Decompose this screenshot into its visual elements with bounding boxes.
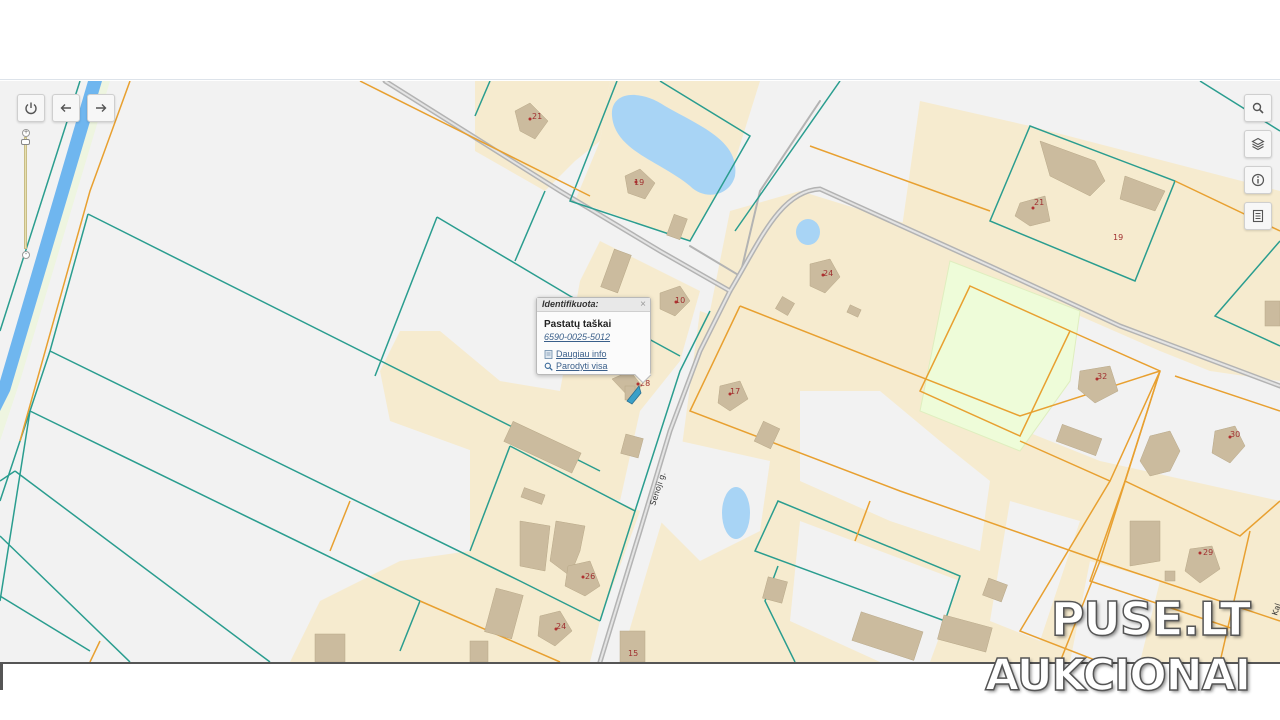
arrow-right-icon (96, 104, 107, 112)
parcel-number: 24 (556, 622, 566, 631)
search-button[interactable] (1244, 94, 1272, 122)
zoom-in-button[interactable]: + (22, 129, 30, 137)
layers-button[interactable] (1244, 130, 1272, 158)
back-button[interactable] (52, 94, 80, 122)
popup-object-code[interactable]: 6590-0025-5012 (544, 332, 610, 342)
info-icon (1251, 173, 1265, 187)
power-icon (25, 102, 37, 115)
document-small-icon (544, 349, 553, 359)
show-all-link[interactable]: Parodyti visa (544, 361, 608, 371)
watermark-line1: PUSE.LT (1050, 591, 1252, 647)
magnifier-small-icon (544, 362, 553, 371)
legend-button[interactable] (1244, 202, 1272, 230)
parcel-number: 21 (532, 112, 542, 121)
parcel-number: 24 (823, 269, 833, 278)
parcel-number: 19 (634, 178, 644, 187)
parcel-number: 21 (1034, 198, 1044, 207)
document-icon (1252, 209, 1264, 223)
parcel-number: 15 (628, 649, 638, 658)
canal-bank (0, 81, 110, 441)
top-band (0, 0, 1280, 80)
parcel-number: 29 (1203, 548, 1213, 557)
layers-icon (1251, 137, 1265, 151)
bottom-edge-marker (0, 664, 3, 690)
identify-popup: Identifikuota: × Pastatų taškai 6590-002… (536, 297, 652, 384)
popup-title: Identifikuota: (537, 298, 650, 312)
zoom-track[interactable] (24, 137, 27, 249)
power-button[interactable] (17, 94, 45, 122)
more-info-link[interactable]: Daugiau info (544, 349, 607, 359)
show-all-label[interactable]: Parodyti visa (556, 361, 608, 371)
canal (0, 81, 102, 411)
zoom-handle[interactable] (21, 139, 30, 145)
popup-close-button[interactable]: × (640, 299, 646, 310)
arrow-left-icon (60, 104, 71, 112)
more-info-label[interactable]: Daugiau info (556, 349, 607, 359)
parcel-number: 30 (1230, 430, 1240, 439)
search-icon (1252, 102, 1264, 114)
parcel-number: 26 (585, 572, 595, 581)
watermark-line2: AUKCIONAI (984, 649, 1251, 702)
info-button[interactable] (1244, 166, 1272, 194)
parcel-number: 10 (675, 296, 685, 305)
zoom-slider[interactable]: + - (21, 129, 31, 259)
parcel-number: 19 (1113, 233, 1123, 242)
parcel-number: 17 (730, 387, 740, 396)
zoom-out-button[interactable]: - (22, 251, 30, 259)
forward-button[interactable] (87, 94, 115, 122)
parcel-number: 32 (1097, 372, 1107, 381)
popup-layer-name: Pastatų taškai (544, 319, 612, 330)
